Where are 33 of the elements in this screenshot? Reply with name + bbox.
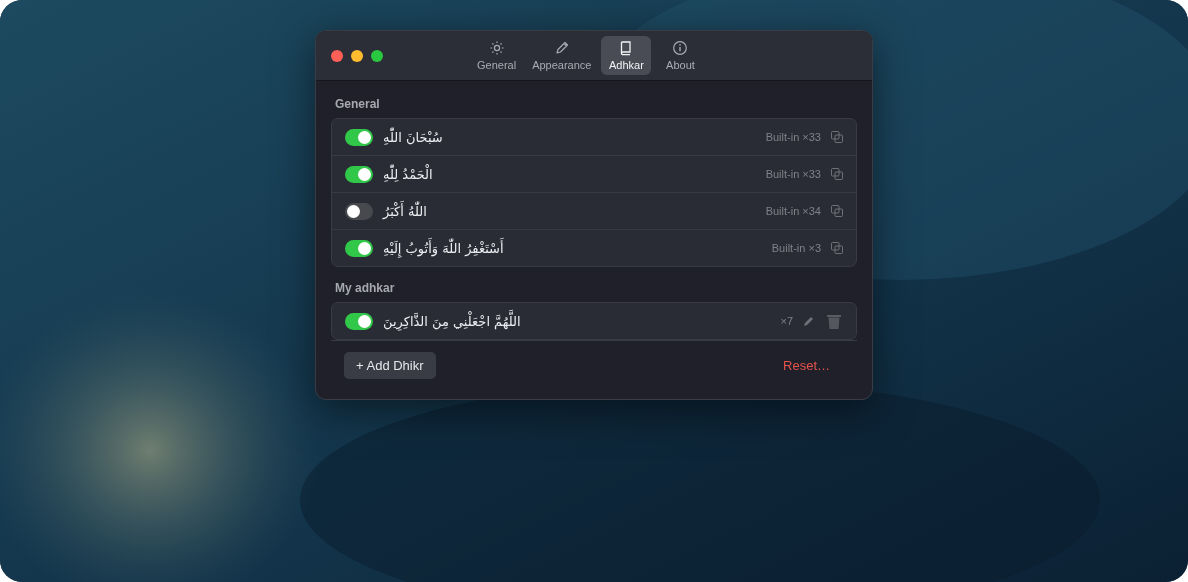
count-label: Built-in ×33: [765, 131, 821, 143]
count-label: ×7: [780, 315, 793, 327]
toggle-switch[interactable]: [345, 239, 373, 257]
toolbar-tab[interactable]: General: [471, 36, 523, 75]
dhikr-text: سُبْحَانَ اللّٰهِ: [383, 129, 443, 145]
count-label: Built-in ×33: [765, 168, 821, 180]
close-button[interactable]: [331, 49, 343, 62]
dhikr-text: اللّٰهُ أَكْبَرُ: [383, 203, 427, 219]
zoom-button[interactable]: [371, 49, 383, 62]
reset-link[interactable]: Reset…: [783, 358, 830, 373]
dhikr-text: أَسْتَغْفِرُ اللّٰهَ وَأَتُوبُ إِلَيْهِ: [383, 240, 504, 256]
toggle-switch[interactable]: [345, 312, 373, 330]
toolbar-tab[interactable]: Appearance: [526, 36, 598, 75]
count-label: Built-in ×3: [771, 242, 821, 254]
section-header: General: [335, 97, 381, 111]
copy-icon[interactable]: [831, 242, 843, 254]
copy-icon[interactable]: [831, 205, 843, 217]
pencil-icon[interactable]: [803, 315, 815, 327]
copy-icon[interactable]: [831, 168, 843, 180]
toggle-switch[interactable]: [345, 128, 373, 146]
dhikr-text: الْحَمْدُ لِلّٰهِ: [383, 166, 433, 182]
toggle-switch[interactable]: [345, 202, 373, 220]
section-header: My adhkar: [335, 281, 396, 295]
toggle-switch[interactable]: [345, 165, 373, 183]
toolbar-tab[interactable]: Adhkar: [601, 36, 652, 75]
pencil-icon: [553, 40, 570, 56]
add-button[interactable]: + Add Dhikr: [344, 352, 436, 379]
minimize-button[interactable]: [351, 49, 363, 62]
info-icon: [672, 40, 689, 56]
count-label: Built-in ×34: [765, 205, 821, 217]
copy-icon[interactable]: [831, 131, 843, 143]
sun-icon: [488, 40, 505, 56]
toolbar-tab[interactable]: About: [655, 36, 706, 75]
